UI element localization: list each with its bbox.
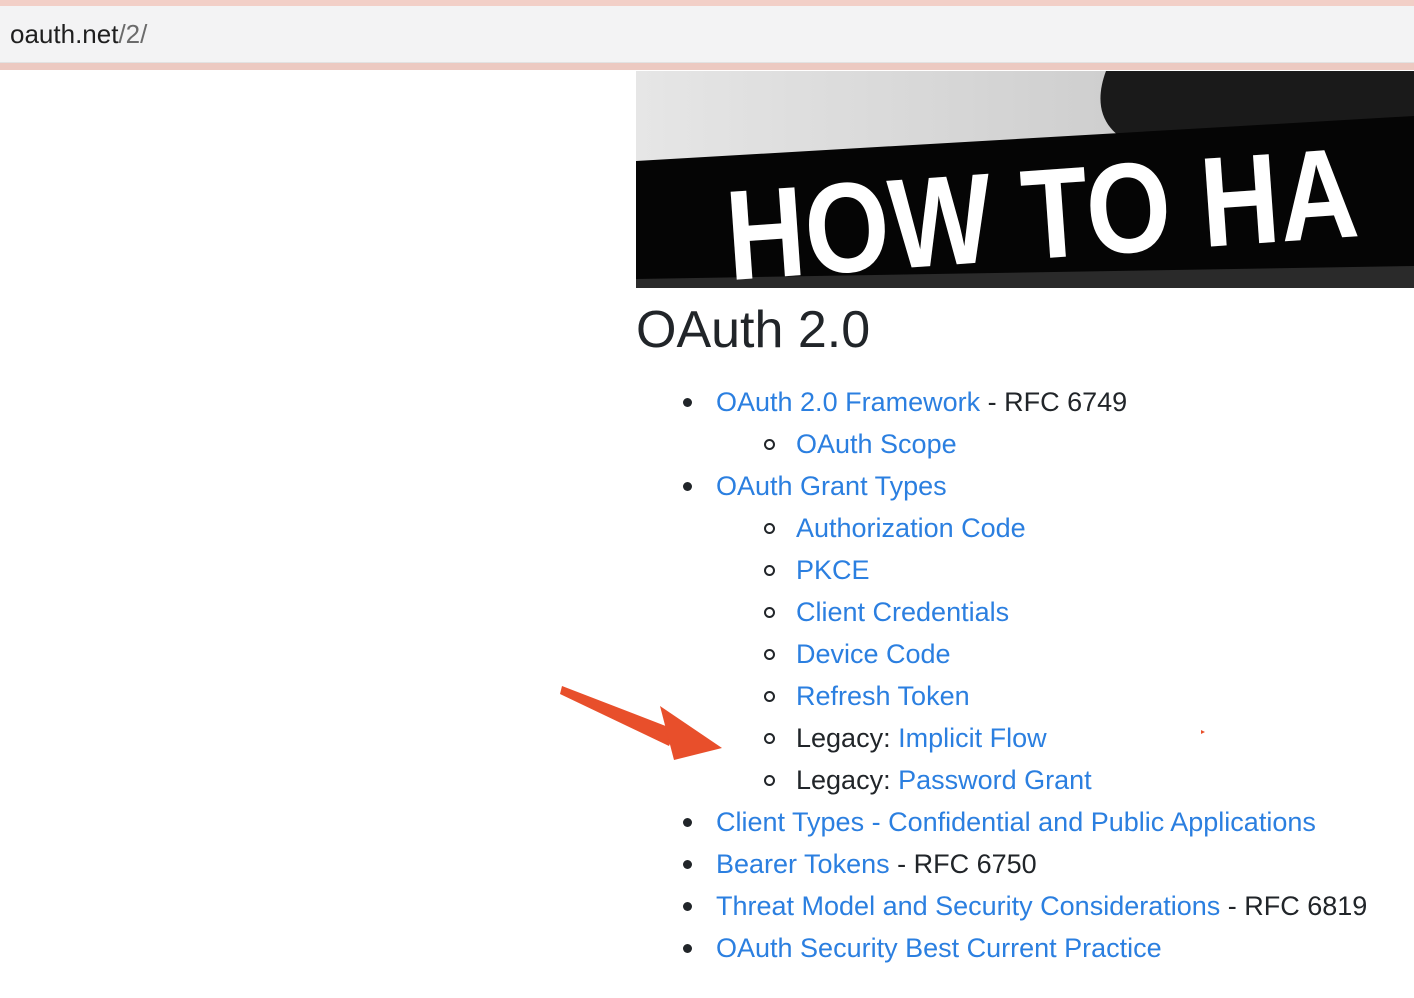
bullet-icon	[683, 944, 692, 953]
hero-banner-graphic: HOW TO HA	[636, 71, 1414, 288]
list-item-client-types: Client Types - Confidential and Public A…	[683, 801, 1367, 843]
bullet-icon	[683, 398, 692, 407]
cursor-dot-icon	[1201, 730, 1205, 734]
oauth-framework-link[interactable]: OAuth 2.0 Framework	[716, 387, 980, 417]
list-item-framework: OAuth 2.0 Framework - RFC 6749 OAuth Sco…	[683, 381, 1367, 465]
list-item-client-credentials: Client Credentials	[764, 591, 1367, 633]
circle-bullet-icon	[764, 775, 775, 786]
bullet-icon	[683, 482, 692, 491]
browser-bottom-strip	[0, 63, 1414, 70]
list-item-threat-model: Threat Model and Security Considerations…	[683, 885, 1368, 927]
list-item-implicit-flow: Legacy: Implicit Flow	[764, 717, 1367, 759]
grant-types-link[interactable]: OAuth Grant Types	[716, 471, 947, 501]
address-bar-url[interactable]: oauth.net/2/	[10, 18, 147, 50]
client-credentials-link[interactable]: Client Credentials	[796, 597, 1009, 627]
device-code-link[interactable]: Device Code	[796, 639, 951, 669]
list-item-grant-types: OAuth Grant Types Authorization Code PKC…	[683, 465, 1367, 801]
list-item-authorization-code: Authorization Code	[764, 507, 1367, 549]
circle-bullet-icon	[764, 523, 775, 534]
circle-bullet-icon	[764, 565, 775, 576]
bearer-tokens-link[interactable]: Bearer Tokens	[716, 849, 890, 879]
implicit-flow-link[interactable]: Implicit Flow	[898, 723, 1047, 753]
framework-sublist: OAuth Scope	[716, 423, 1367, 465]
bullet-icon	[683, 902, 692, 911]
pkce-link[interactable]: PKCE	[796, 555, 870, 585]
arrow-annotation-icon	[560, 686, 722, 760]
list-item-scope: OAuth Scope	[764, 423, 1367, 465]
grant-types-sublist: Authorization Code PKCE Client Credentia…	[716, 507, 1367, 801]
url-domain: oauth.net	[10, 19, 119, 49]
list-item-bearer-tokens: Bearer Tokens - RFC 6750	[683, 843, 1367, 885]
threat-model-link[interactable]: Threat Model and Security Considerations	[716, 891, 1220, 921]
bullet-icon	[683, 818, 692, 827]
url-path: /2/	[118, 19, 148, 49]
authorization-code-link[interactable]: Authorization Code	[796, 513, 1026, 543]
list-item-device-code: Device Code	[764, 633, 1367, 675]
list-item-best-practice: OAuth Security Best Current Practice	[683, 927, 1367, 969]
address-bar[interactable]: oauth.net/2/	[0, 6, 1414, 63]
circle-bullet-icon	[764, 733, 775, 744]
page-title: OAuth 2.0	[636, 301, 871, 359]
circle-bullet-icon	[764, 691, 775, 702]
bearer-rfc-text: - RFC 6750	[889, 849, 1037, 879]
circle-bullet-icon	[764, 439, 775, 450]
circle-bullet-icon	[764, 607, 775, 618]
bullet-icon	[683, 860, 692, 869]
hero-banner-image[interactable]: HOW TO HA	[636, 71, 1414, 288]
security-best-practice-link[interactable]: OAuth Security Best Current Practice	[716, 933, 1162, 963]
list-item-password-grant: Legacy: Password Grant	[764, 759, 1367, 801]
circle-bullet-icon	[764, 649, 775, 660]
list-item-pkce: PKCE	[764, 549, 1367, 591]
refresh-token-link[interactable]: Refresh Token	[796, 681, 970, 711]
oauth-scope-link[interactable]: OAuth Scope	[796, 429, 957, 459]
legacy-label: Legacy:	[796, 723, 899, 753]
password-grant-link[interactable]: Password Grant	[898, 765, 1092, 795]
threat-model-rfc-text: - RFC 6819	[1220, 891, 1368, 921]
client-types-link[interactable]: Client Types - Confidential and Public A…	[716, 807, 1316, 837]
framework-rfc-text: - RFC 6749	[980, 387, 1128, 417]
oauth-topics-list: OAuth 2.0 Framework - RFC 6749 OAuth Sco…	[683, 381, 1368, 969]
list-item-refresh-token: Refresh Token	[764, 675, 1367, 717]
legacy-label: Legacy:	[796, 765, 899, 795]
